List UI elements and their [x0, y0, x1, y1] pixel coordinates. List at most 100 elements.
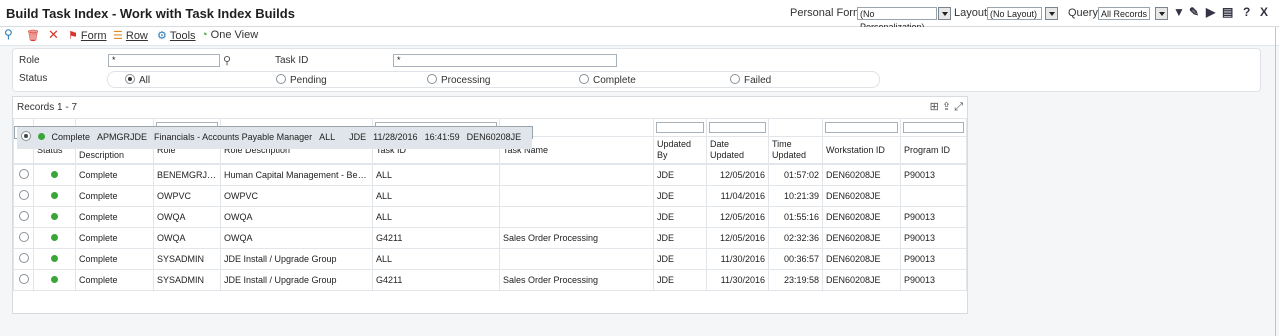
- table-row[interactable]: Complete OWQA OWQA G4211 Sales Order Process…: [13, 227, 967, 249]
- role-label: Role: [19, 55, 40, 66]
- form-menu[interactable]: ⚑ Form: [68, 29, 107, 42]
- filter-program[interactable]: [900, 118, 967, 137]
- query-criteria-panel: Role * ⚲ Task ID * Status All Pending Pr…: [12, 48, 1261, 92]
- header-workstation-id[interactable]: Workstation ID: [822, 136, 901, 164]
- query-dropdown-button[interactable]: [1155, 7, 1168, 20]
- table-row[interactable]: Complete APMGRJDE Financials - Accounts Pa…: [13, 125, 534, 149]
- status-indicator: [33, 164, 76, 186]
- tools-menu[interactable]: ⚙ Tools: [157, 29, 196, 42]
- export-icon[interactable]: ⇪: [942, 101, 951, 113]
- filter-icon[interactable]: ▼: [1173, 5, 1185, 19]
- time-updated-cell: 02:32:36: [768, 227, 823, 249]
- page-title: Build Task Index - Work with Task Index …: [6, 6, 295, 21]
- row-select-radio[interactable]: [18, 190, 29, 200]
- delete-icon[interactable]: 🗑: [26, 29, 40, 42]
- form-icon: ⚑: [68, 30, 78, 42]
- one-view-menu[interactable]: ◔ One View: [201, 29, 258, 41]
- status-indicator: [33, 269, 76, 291]
- status-dot-icon: [51, 255, 58, 262]
- results-table: Status Status Description Role Role Desc…: [13, 118, 967, 291]
- table-row[interactable]: Complete OWQA OWQA ALL JDE 12/05/2016 01:55:16…: [13, 206, 967, 228]
- program-cell: [900, 185, 967, 207]
- date-updated-cell: 12/05/2016: [706, 164, 769, 186]
- radio-processing[interactable]: [427, 74, 437, 84]
- workstation-cell: DEN60208JE: [822, 206, 901, 228]
- status-dot-icon: [51, 171, 58, 178]
- task-name-cell: Sales Order Processing: [499, 269, 654, 291]
- filter-updated-by[interactable]: [653, 118, 707, 137]
- close-icon[interactable]: X: [1260, 5, 1268, 19]
- row-radio: [13, 164, 34, 186]
- status-option-failed-label: Failed: [744, 75, 772, 86]
- form-menu-label: Form: [80, 30, 107, 42]
- layout-label: Layout:: [954, 7, 991, 19]
- date-updated-cell: 12/05/2016: [706, 206, 769, 228]
- row-icon: ☰: [113, 30, 123, 42]
- status-indicator: [33, 227, 76, 249]
- status-option-processing-label: Processing: [441, 75, 491, 86]
- time-updated-cell: 23:19:58: [768, 269, 823, 291]
- status-description-cell: Complete: [75, 206, 154, 228]
- status-option-processing[interactable]: Processing: [427, 74, 490, 86]
- run-icon[interactable]: ▶: [1206, 5, 1215, 19]
- table-row[interactable]: Complete SYSADMIN JDE Install / Upgrade Gr…: [13, 248, 967, 270]
- task-id-cell: ALL: [372, 248, 500, 270]
- radio-pending[interactable]: [276, 74, 286, 84]
- header-time-updated[interactable]: Time Updated: [768, 136, 823, 164]
- filter-date-updated[interactable]: [706, 118, 769, 137]
- task-id-cell: ALL: [372, 206, 500, 228]
- search-icon[interactable]: ⚲: [223, 54, 231, 67]
- filter-workstation[interactable]: [822, 118, 901, 137]
- title-bar: Build Task Index - Work with Task Index …: [0, 0, 1279, 32]
- status-description-cell: Complete: [47, 126, 95, 149]
- task-id-input[interactable]: *: [393, 54, 617, 67]
- one-view-label: One View: [210, 29, 259, 41]
- edit-query-icon[interactable]: ✎: [1189, 5, 1199, 19]
- table-row[interactable]: Complete BENEMGRJDE Human Capital Manageme…: [13, 164, 967, 186]
- table-row[interactable]: Complete OWPVC OWPVC ALL JDE 11/04/2016 10:21:…: [13, 185, 967, 207]
- row-menu-label: Row: [125, 30, 148, 42]
- status-option-pending[interactable]: Pending: [276, 74, 327, 86]
- table-row[interactable]: Complete SYSADMIN JDE Install / Upgrade Gr…: [13, 269, 967, 291]
- radio-failed[interactable]: [730, 74, 740, 84]
- radio-complete[interactable]: [579, 74, 589, 84]
- personal-form-select[interactable]: (No Personalization): [857, 7, 937, 32]
- status-option-failed[interactable]: Failed: [730, 74, 771, 86]
- status-option-complete[interactable]: Complete: [579, 74, 636, 86]
- task-name-cell: [499, 164, 654, 186]
- maximize-grid-icon[interactable]: ⤢: [954, 101, 963, 113]
- notes-icon[interactable]: ▤: [1222, 5, 1233, 19]
- row-select-radio[interactable]: [18, 169, 29, 179]
- row-select-radio[interactable]: [18, 232, 29, 242]
- find-icon[interactable]: ⚲: [4, 27, 13, 41]
- status-option-all[interactable]: All: [125, 74, 150, 86]
- header-date-updated[interactable]: Date Updated: [706, 136, 769, 164]
- status-description-cell: Complete: [75, 164, 154, 186]
- role-cell: BENEMGRJDE: [153, 164, 221, 186]
- row-menu[interactable]: ☰ Row: [113, 29, 148, 42]
- role-input[interactable]: *: [108, 54, 220, 67]
- personal-form-dropdown-button[interactable]: [938, 7, 951, 20]
- personal-form-label: Personal Form:: [790, 7, 866, 19]
- row-select-radio[interactable]: [18, 253, 29, 263]
- role-description-cell: OWQA: [220, 227, 373, 249]
- workstation-cell: DEN60208JE: [822, 269, 901, 291]
- toolbar: ⚲ 🗑 ✕ ⚑ Form ☰ Row ⚙ Tools ◔ One View: [0, 27, 1279, 46]
- query-select[interactable]: All Records: [1098, 7, 1150, 20]
- header-program-id[interactable]: Program ID: [900, 136, 967, 164]
- radio-all[interactable]: [125, 74, 135, 84]
- time-updated-cell: 00:36:57: [768, 248, 823, 270]
- header-updated-by[interactable]: Updated By: [653, 136, 707, 164]
- row-select-radio[interactable]: [18, 274, 29, 284]
- row-select-radio[interactable]: [20, 130, 31, 141]
- layout-dropdown-button[interactable]: [1045, 7, 1058, 20]
- row-select-radio[interactable]: [18, 211, 29, 221]
- workstation-cell: DEN60208JE: [822, 185, 901, 207]
- help-icon[interactable]: ?: [1243, 5, 1250, 19]
- cancel-icon[interactable]: ✕: [48, 27, 59, 43]
- layout-select[interactable]: (No Layout): [987, 7, 1042, 20]
- task-id-label: Task ID: [275, 55, 309, 66]
- customize-grid-icon[interactable]: ⊞: [930, 101, 939, 113]
- role-cell: SYSADMIN: [153, 248, 221, 270]
- program-cell: [524, 126, 533, 149]
